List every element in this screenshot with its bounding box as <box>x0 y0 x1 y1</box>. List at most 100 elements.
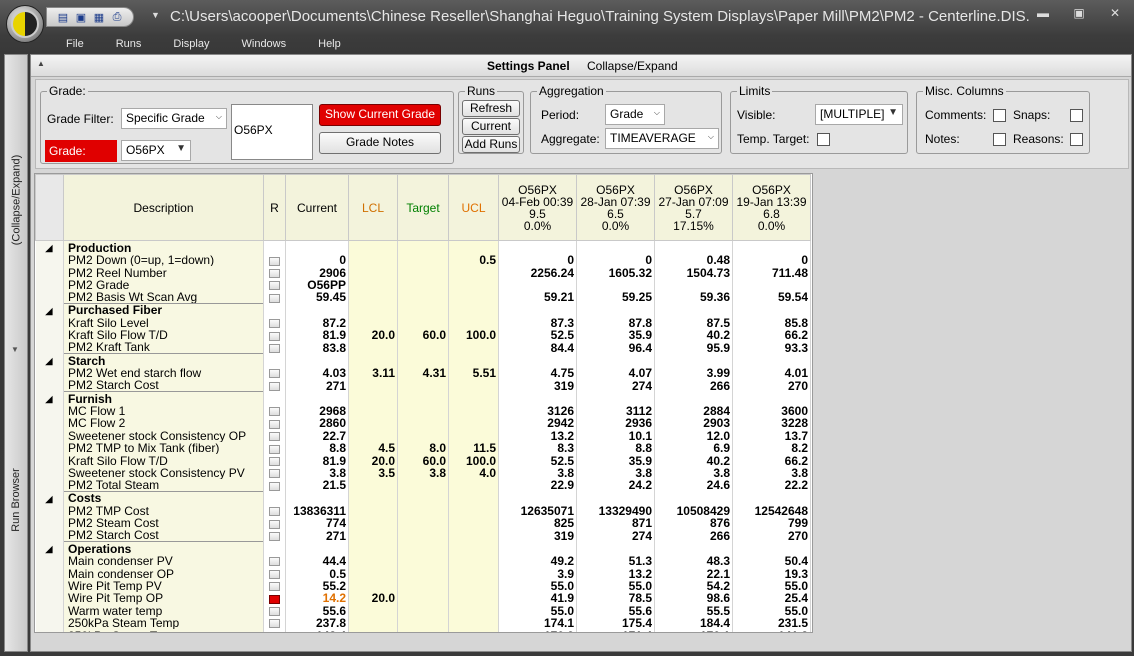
menu-help[interactable]: Help <box>302 38 357 50</box>
minimize-icon[interactable]: ▬ <box>1032 6 1054 20</box>
tag-description[interactable]: PM2 TMP to Mix Tank (fiber) <box>63 442 264 455</box>
tag-description[interactable]: PM2 Starch Cost <box>63 529 264 542</box>
tag-description[interactable]: Sweetener stock Consistency OP <box>63 429 264 443</box>
tag-description[interactable]: Kraft Silo Flow T/D <box>63 454 264 467</box>
comments-checkbox[interactable] <box>993 109 1006 122</box>
grade-list-item[interactable]: O56PX <box>234 123 273 137</box>
r-indicator-icon[interactable] <box>269 344 280 354</box>
settings-collapse-toggle[interactable]: Collapse/Expand <box>587 59 678 73</box>
r-indicator-icon[interactable] <box>269 419 280 429</box>
r-cell[interactable] <box>263 517 286 530</box>
r-indicator-icon[interactable] <box>269 582 280 592</box>
visible-limits-select[interactable]: [MULTIPLE] ▼ <box>815 104 903 125</box>
column-header-r[interactable]: R <box>263 174 286 241</box>
print-icon[interactable]: ⎙ <box>109 9 125 25</box>
r-indicator-icon[interactable] <box>269 281 280 291</box>
r-indicator-icon[interactable] <box>269 319 280 329</box>
r-cell[interactable] <box>263 404 286 418</box>
tag-description[interactable]: PM2 Grade <box>63 278 264 292</box>
grade-notes-button[interactable]: Grade Notes <box>319 132 441 154</box>
tag-description[interactable]: Warm water temp <box>63 604 264 617</box>
r-cell[interactable] <box>263 316 286 330</box>
collapse-section-icon[interactable]: ◢ <box>35 391 64 405</box>
r-indicator-icon[interactable] <box>269 432 280 442</box>
collapse-section-icon[interactable]: ◢ <box>35 353 64 367</box>
tag-description[interactable]: MC Flow 2 <box>63 417 264 430</box>
tag-description[interactable]: PM2 Basis Wt Scan Avg <box>63 291 264 304</box>
tag-description[interactable]: PM2 Steam Cost <box>63 517 264 530</box>
tag-description[interactable]: PM2 Reel Number <box>63 266 264 279</box>
current-run-button[interactable]: Current <box>462 118 520 135</box>
r-cell[interactable] <box>263 454 286 467</box>
r-cell[interactable] <box>263 567 286 580</box>
r-indicator-icon[interactable] <box>269 381 280 391</box>
menu-runs[interactable]: Runs <box>100 38 158 50</box>
tag-description[interactable]: PM2 Kraft Tank <box>63 341 264 354</box>
r-indicator-icon[interactable] <box>269 519 280 529</box>
tag-description[interactable]: PM2 Down (0=up, 1=down) <box>63 254 264 267</box>
r-cell[interactable] <box>263 504 286 518</box>
show-current-grade-button[interactable]: Show Current Grade <box>319 104 441 126</box>
r-indicator-icon[interactable] <box>269 557 280 567</box>
add-runs-button[interactable]: Add Runs <box>462 136 520 153</box>
r-cell[interactable] <box>263 278 286 292</box>
tag-description[interactable]: MC Flow 1 <box>63 404 264 418</box>
alarm-indicator-icon[interactable] <box>269 594 280 604</box>
collapse-section-icon[interactable]: ◢ <box>35 303 64 317</box>
r-indicator-icon[interactable] <box>269 532 280 542</box>
collapse-section-icon[interactable]: ◢ <box>35 491 64 505</box>
tag-description[interactable]: PM2 Total Steam <box>63 479 264 492</box>
r-cell[interactable] <box>263 379 286 392</box>
r-indicator-icon[interactable] <box>269 256 280 266</box>
r-cell[interactable] <box>263 554 286 568</box>
chevron-down-icon[interactable]: ▼ <box>11 345 19 354</box>
tag-description[interactable]: Sweetener stock Consistency PV <box>63 466 264 480</box>
snaps-checkbox[interactable] <box>1070 109 1083 122</box>
tag-description[interactable]: PM2 TMP Cost <box>63 504 264 518</box>
run-header-4[interactable]: O56PX 19-Jan 13:39 6.8 0.0% <box>732 174 811 241</box>
side-collapse-toggle[interactable]: (Collapse/Expand) <box>5 55 27 345</box>
r-cell[interactable] <box>263 442 286 455</box>
column-header-current[interactable]: Current <box>285 174 349 241</box>
column-header-lcl[interactable]: LCL <box>348 174 398 241</box>
grade-select[interactable]: O56PX ▼ <box>121 140 191 161</box>
r-cell[interactable] <box>263 429 286 443</box>
r-indicator-icon[interactable] <box>269 607 280 617</box>
r-indicator-icon[interactable] <box>269 407 280 417</box>
r-indicator-icon[interactable] <box>269 456 280 466</box>
r-indicator-icon[interactable] <box>269 569 280 579</box>
tag-description[interactable]: Kraft Silo Flow T/D <box>63 329 264 342</box>
r-cell[interactable] <box>263 266 286 279</box>
r-cell[interactable] <box>263 529 286 542</box>
menu-display[interactable]: Display <box>157 38 225 50</box>
grade-filter-select[interactable]: Specific Grade ⌵ <box>121 108 227 129</box>
tag-description[interactable]: 250kPa Steam Temp <box>63 629 264 632</box>
r-cell[interactable] <box>263 366 286 380</box>
open-icon[interactable]: ▤ <box>55 9 71 25</box>
save-as-icon[interactable]: ▦ <box>91 9 107 25</box>
r-indicator-icon[interactable] <box>269 631 280 632</box>
notes-checkbox[interactable] <box>993 133 1006 146</box>
tag-description[interactable]: Main condenser PV <box>63 554 264 568</box>
r-cell[interactable] <box>263 479 286 492</box>
r-indicator-icon[interactable] <box>269 293 280 303</box>
save-icon[interactable]: ▣ <box>73 9 89 25</box>
run-browser-tab[interactable]: Run Browser <box>5 355 27 645</box>
r-cell[interactable] <box>263 604 286 617</box>
r-cell[interactable] <box>263 341 286 354</box>
app-orb-button[interactable] <box>6 5 44 43</box>
tag-description[interactable]: PM2 Starch Cost <box>63 379 264 392</box>
tag-description[interactable]: Wire Pit Temp PV <box>63 579 264 593</box>
r-cell[interactable] <box>263 329 286 342</box>
close-icon[interactable]: ✕ <box>1104 6 1126 20</box>
menu-file[interactable]: File <box>50 38 100 50</box>
r-indicator-icon[interactable] <box>269 619 280 629</box>
r-cell[interactable] <box>263 592 286 605</box>
tag-description[interactable]: Kraft Silo Level <box>63 316 264 330</box>
r-cell[interactable] <box>263 466 286 480</box>
r-indicator-icon[interactable] <box>269 444 280 454</box>
column-header-target[interactable]: Target <box>397 174 449 241</box>
reasons-checkbox[interactable] <box>1070 133 1083 146</box>
r-cell[interactable] <box>263 254 286 267</box>
period-select[interactable]: Grade ⌵ <box>605 104 665 125</box>
